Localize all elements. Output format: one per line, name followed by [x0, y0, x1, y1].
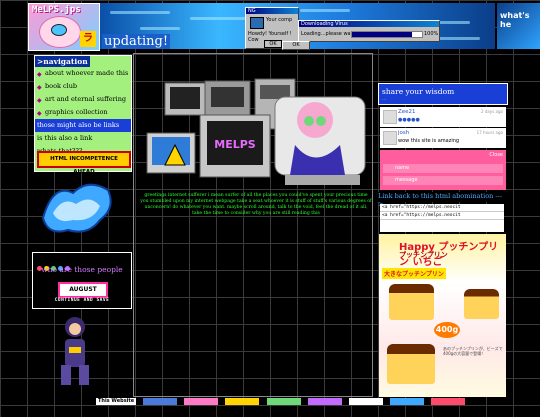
comment-time: 2 days ago [481, 109, 503, 114]
comment-item: josh 17 hours ago wow this site is amazi… [380, 128, 506, 148]
nav-link-about[interactable]: ◆ about whoever made this [35, 67, 131, 80]
diamond-icon: ◆ [37, 71, 42, 78]
web-button[interactable] [389, 398, 424, 405]
chat-box: Close name message [380, 150, 506, 190]
popup-window-title: NG [246, 8, 298, 14]
download-progress-fill [352, 32, 412, 37]
logo-badge: ラ [80, 31, 96, 47]
ad-caption: あのプッチンプリンが、ビーズで400gの大容量で登場！ [443, 346, 503, 356]
avatar [383, 110, 397, 124]
comment-time: 17 hours ago [476, 130, 503, 135]
logo-text: MeLPS.jps [32, 5, 81, 15]
navigation-panel: >navigation ◆ about whoever made this ◆ bo… [34, 55, 132, 175]
nav-link-label: graphics collection [45, 108, 108, 116]
web-button[interactable] [307, 398, 342, 405]
pudding-image [464, 289, 499, 319]
bottom-button-bar: This Website [96, 398, 540, 405]
nav-link-label: book club [45, 82, 78, 90]
diamond-icon: ◆ [37, 84, 42, 91]
nav-link-also[interactable]: is this also a link [35, 132, 131, 145]
updating-label: updating! [102, 34, 171, 49]
web-button[interactable] [225, 398, 260, 405]
greeting-text: greetings internet sufferer i mean surfe… [140, 193, 372, 216]
site-logo[interactable]: MeLPS.jps ラ [28, 3, 100, 51]
whats-new-label: what's he [500, 11, 530, 29]
download-window-title: Downloading Virus [299, 21, 439, 27]
computer-icon [250, 17, 264, 29]
who-are-those-people-panel[interactable]: who are those people AUGUST CONTINUE AND… [32, 252, 132, 309]
pudding-ad[interactable]: Happy プッチンプリン いちご プッチンプリン 大きなプッチンプリン 400… [379, 234, 506, 397]
retro-computers-collage: MELPS [146, 78, 366, 185]
comment-author[interactable]: josh [398, 130, 409, 136]
ad-subtitle: プッチンプリン [399, 251, 448, 259]
popup-ok-button[interactable]: OK [264, 40, 282, 48]
nav-link-art[interactable]: ◆ art and eternal suffering [35, 93, 131, 106]
continue-save-label: CONTINUE AND SAVE [54, 298, 110, 303]
guestbook-subtitle: ... [382, 97, 387, 102]
link-back-label[interactable]: Link back to this html abomination ---> [378, 192, 506, 208]
avatar [383, 131, 397, 145]
code-line: <a href="https://melps.neocit [380, 212, 504, 220]
nav-link-graphics[interactable]: ◆ graphics collection [35, 106, 131, 119]
comment-item: Zee21 2 days ago ●●●●● [380, 107, 506, 127]
name-input[interactable]: name [383, 164, 503, 173]
web-button[interactable] [143, 398, 178, 405]
nav-link-book-club[interactable]: ◆ book club [35, 80, 131, 93]
pudding-image [387, 344, 435, 384]
chat-close-button[interactable]: Close [383, 152, 503, 160]
logo-eye-art [51, 24, 67, 36]
comment-body: ●●●●● [398, 117, 420, 123]
download-percent: 100% [424, 31, 439, 37]
web-button[interactable] [348, 398, 383, 405]
august-button[interactable]: AUGUST [58, 282, 108, 298]
nav-link-label: about whoever made this [45, 69, 129, 77]
download-label: Loading...please wait [301, 31, 354, 37]
ok-button[interactable]: OK [282, 41, 310, 50]
nav-link-label: art and eternal suffering [45, 95, 127, 103]
nav-link-maybe[interactable]: those might also be links [35, 119, 131, 132]
web-button[interactable] [266, 398, 301, 405]
comment-body: wow this site is amazing [398, 138, 460, 144]
ad-price-badge: 400g [434, 322, 460, 338]
comment-author[interactable]: Zee21 [398, 109, 416, 115]
web-button[interactable] [430, 398, 465, 405]
graffiti-art [41, 183, 112, 233]
link-code-box[interactable]: <a href="https://melps.neocit <a href="h… [380, 204, 504, 232]
diamond-icon: ◆ [37, 110, 42, 117]
who-title: who are those people [41, 265, 123, 274]
guestbook-title: share your wisdom [382, 87, 455, 96]
ad-sale-text: 大きなプッチンプリン [382, 268, 446, 279]
message-input[interactable]: message [383, 176, 503, 185]
melps-sticker: MELPS [214, 138, 256, 151]
this-website-button[interactable]: This Website [96, 398, 137, 405]
popup-window-text: Your comp [266, 17, 293, 23]
guestbook-header: share your wisdom ... [378, 83, 508, 105]
html-warning-banner: HTML INCOMPETENCE AHEAD [37, 151, 131, 175]
whats-new-button[interactable]: what's he [497, 3, 540, 49]
code-line: <a href="https://melps.neocit [380, 204, 504, 212]
download-window[interactable]: Downloading Virus Loading...please wait … [298, 20, 440, 42]
web-button[interactable] [184, 398, 219, 405]
diamond-icon: ◆ [37, 97, 42, 104]
pudding-image [389, 284, 434, 320]
character-figure [61, 317, 89, 385]
download-progress-bar [351, 31, 423, 38]
navigation-title: >navigation [35, 56, 90, 67]
